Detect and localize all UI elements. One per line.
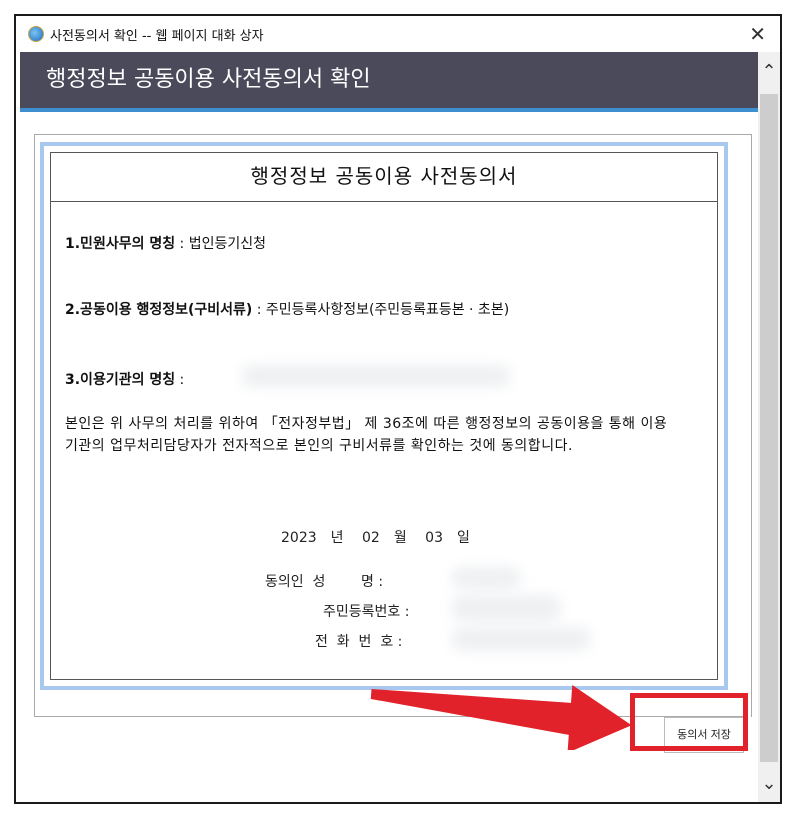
date-month-unit: 월: [393, 530, 407, 546]
redacted-rrn: [451, 595, 561, 621]
chevron-up-icon[interactable]: ⌃: [758, 58, 780, 86]
highlight-box: [630, 693, 748, 751]
window-title: 사전동의서 확인 -- 웹 페이지 대화 상자: [50, 28, 264, 44]
close-button[interactable]: 닫기: [690, 802, 712, 804]
field-label: 3.이용기관의 명칭: [65, 372, 176, 388]
phone-label: 전 화 번 호 :: [315, 634, 403, 650]
rrn-label: 주민등록번호 :: [323, 604, 410, 620]
field-value: 주민등록사항정보(주민등록표등본 · 초본): [265, 302, 510, 318]
field-separator: :: [175, 236, 189, 252]
consent-date: 2023 년 02 월 03 일: [281, 527, 484, 547]
field-label: 2.공동이용 행정정보(구비서류): [65, 302, 253, 318]
field-separator: :: [175, 372, 185, 388]
chevron-down-icon[interactable]: ⌄: [758, 770, 780, 798]
field-label: 1.민원사무의 명칭: [65, 236, 176, 252]
ie-icon: [28, 26, 44, 42]
consent-paragraph: 본인은 위 사무의 처리를 위하여 「전자정부법」 제 36조에 따른 행정정보…: [65, 416, 668, 454]
document-body: 행정정보 공동이용 사전동의서 1.민원사무의 명칭 : 법인등기신청 2.공동…: [50, 152, 718, 680]
field-service-name: 1.민원사무의 명칭 : 법인등기신청: [65, 233, 266, 253]
document-title: 행정정보 공동이용 사전동의서: [51, 153, 717, 202]
scroll-thumb[interactable]: [760, 94, 778, 762]
field-separator: :: [252, 302, 266, 318]
date-month: 02: [361, 530, 380, 546]
redacted-name: [451, 567, 521, 589]
signer-name-label: 동의인 성 명 :: [265, 574, 384, 590]
field-shared-info: 2.공동이용 행정정보(구비서류) : 주민등록사항정보(주민등록표등본 · 초…: [65, 299, 509, 319]
field-value: 법인등기신청: [188, 236, 266, 252]
close-icon[interactable]: ✕: [749, 22, 766, 46]
date-year: 2023: [281, 530, 317, 546]
arrow-shape: [370, 684, 632, 750]
redacted-agency: [241, 365, 511, 387]
date-day-unit: 일: [456, 530, 470, 546]
redacted-phone: [451, 627, 591, 651]
vertical-scrollbar[interactable]: ⌃ ⌄: [758, 52, 780, 802]
red-arrow-annotation: [370, 684, 632, 750]
date-year-unit: 년: [330, 530, 344, 546]
title-bar: 사전동의서 확인 -- 웹 페이지 대화 상자 ✕: [16, 16, 780, 52]
date-day: 03: [425, 530, 443, 546]
field-agency-name: 3.이용기관의 명칭 :: [65, 369, 184, 389]
page-header: 행정정보 공동이용 사전동의서 확인: [20, 52, 760, 112]
consent-document: 행정정보 공동이용 사전동의서 1.민원사무의 명칭 : 법인등기신청 2.공동…: [40, 142, 728, 690]
